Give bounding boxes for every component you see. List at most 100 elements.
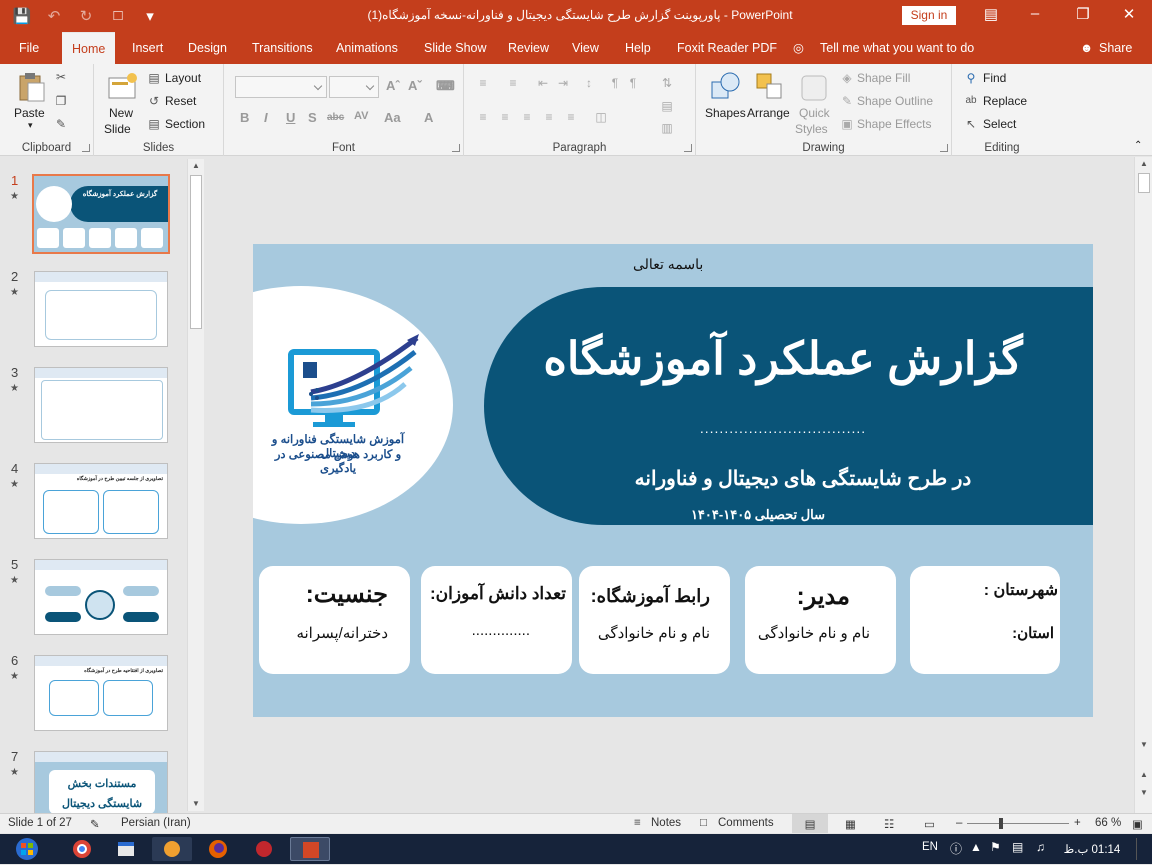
redo-icon[interactable]: ↻ xyxy=(76,7,96,25)
shapes-button[interactable]: Shapes xyxy=(705,106,746,120)
network-tray-icon[interactable]: ▤ xyxy=(1012,840,1023,854)
clear-formatting-icon[interactable]: ⌨ xyxy=(436,78,455,94)
volume-tray-icon[interactable]: ♫ xyxy=(1036,840,1045,854)
close-icon[interactable]: ✕ xyxy=(1114,5,1144,23)
shape-fill-button[interactable]: Shape Fill xyxy=(857,71,910,85)
customize-qat-icon[interactable]: ▾ xyxy=(140,7,160,25)
scroll-down-icon[interactable]: ▼ xyxy=(1138,740,1150,749)
bold-icon[interactable]: B xyxy=(240,110,249,125)
clipboard-launcher-icon[interactable] xyxy=(82,144,90,152)
scroll-up-icon[interactable]: ▲ xyxy=(190,161,202,170)
text-shadow-icon[interactable]: S xyxy=(308,110,317,125)
layout-icon[interactable]: ▤ xyxy=(147,71,161,85)
zoom-slider-thumb[interactable] xyxy=(999,818,1003,829)
copy-icon[interactable]: ❐ xyxy=(54,94,68,108)
firefox-icon[interactable] xyxy=(198,837,238,861)
app-icon[interactable] xyxy=(152,837,192,861)
comments-button[interactable]: Comments xyxy=(718,817,774,829)
replace-button[interactable]: Replace xyxy=(983,94,1027,108)
info-card-gender[interactable]: جنسیت: دخترانه/پسرانه xyxy=(259,566,410,674)
next-slide-icon[interactable]: ▼ xyxy=(1138,788,1150,797)
fit-to-window-icon[interactable]: ▣ xyxy=(1132,817,1143,831)
find-button[interactable]: Find xyxy=(983,71,1006,85)
columns-icon[interactable]: ◫ xyxy=(594,110,608,124)
tab-animations[interactable]: Animations xyxy=(336,32,398,64)
undo-icon[interactable]: ↶ xyxy=(44,7,64,25)
app-icon-2[interactable] xyxy=(244,837,284,861)
info-card-students[interactable]: تعداد دانش آموزان: .............. xyxy=(421,566,572,674)
font-launcher-icon[interactable] xyxy=(452,144,460,152)
section-button[interactable]: Section xyxy=(165,117,205,131)
shapes-icon[interactable] xyxy=(708,70,742,104)
reset-icon[interactable]: ↺ xyxy=(147,94,161,108)
zoom-level[interactable]: 66 % xyxy=(1095,817,1121,829)
scroll-down-icon[interactable]: ▼ xyxy=(190,799,202,808)
slide-scroll-thumb[interactable] xyxy=(1138,173,1150,193)
italic-icon[interactable]: I xyxy=(264,110,268,125)
info-card-coordinator[interactable]: رابط آموزشگاه: نام و نام خانوادگی xyxy=(579,566,730,674)
restore-icon[interactable]: ❐ xyxy=(1068,5,1098,23)
quick-styles-label-2[interactable]: Styles xyxy=(795,122,828,136)
bullets-icon[interactable]: ≡ xyxy=(476,76,490,90)
chrome-icon[interactable] xyxy=(62,837,102,861)
drawing-launcher-icon[interactable] xyxy=(940,144,948,152)
text-direction-icon[interactable]: ⇅ xyxy=(660,76,674,90)
language-indicator[interactable]: Persian (Iran) xyxy=(121,817,191,829)
thumbnail-scrollbar[interactable]: ▲ ▼ xyxy=(187,159,204,811)
select-button[interactable]: Select xyxy=(983,117,1016,131)
align-text-icon[interactable]: ▤ xyxy=(660,99,674,113)
previous-slide-icon[interactable]: ▲ xyxy=(1138,770,1150,779)
ltr-icon[interactable]: ¶ xyxy=(626,76,640,90)
shape-effects-icon[interactable]: ▣ xyxy=(840,117,854,131)
numbering-icon[interactable]: ≡ xyxy=(506,76,520,90)
spelling-icon[interactable]: ✎ xyxy=(90,817,100,831)
slide-show-icon[interactable]: ▭ xyxy=(924,817,935,831)
font-size-combo[interactable] xyxy=(329,76,379,98)
paste-dropdown-icon[interactable]: ▾ xyxy=(28,120,33,131)
arrange-button[interactable]: Arrange xyxy=(747,106,790,120)
input-language[interactable]: EN xyxy=(922,841,938,853)
slide-thumbnail-4[interactable]: تصاویری از جلسه تبیین طرح در آموزشگاه xyxy=(34,463,168,539)
info-card-city[interactable]: شهرستان : استان: xyxy=(910,566,1060,674)
slide-thumbnail-6[interactable]: تصاویری از افتتاحیه طرح در آموزشگاه xyxy=(34,655,168,731)
tab-transitions[interactable]: Transitions xyxy=(252,32,313,64)
show-desktop-button[interactable] xyxy=(1136,838,1148,860)
notes-button[interactable]: Notes xyxy=(651,817,681,829)
increase-font-size-icon[interactable]: Aˆ xyxy=(386,78,400,93)
align-right-icon[interactable]: ≡ xyxy=(520,110,534,124)
section-icon[interactable]: ▤ xyxy=(147,117,161,131)
shape-effects-button[interactable]: Shape Effects xyxy=(857,117,932,131)
tray-expand-icon[interactable]: ▲ xyxy=(970,840,982,854)
slide-thumbnail-2[interactable] xyxy=(34,271,168,347)
scroll-up-icon[interactable]: ▲ xyxy=(1138,159,1150,168)
rtl-icon[interactable]: ¶ xyxy=(608,76,622,90)
clock[interactable]: 01:14 ب.ظ xyxy=(1060,842,1124,856)
slide-thumbnail-3[interactable] xyxy=(34,367,168,443)
font-color-icon[interactable]: A xyxy=(424,110,433,125)
normal-view-icon[interactable]: ▤ xyxy=(792,814,828,833)
layout-button[interactable]: Layout xyxy=(165,71,201,85)
zoom-out-icon[interactable]: – xyxy=(956,817,962,829)
character-spacing-icon[interactable]: AV xyxy=(354,110,368,122)
font-family-combo[interactable] xyxy=(235,76,327,98)
shape-fill-icon[interactable]: ◈ xyxy=(840,71,854,85)
info-card-principal[interactable]: مدیر: نام و نام خانوادگی xyxy=(745,566,896,674)
distributed-icon[interactable]: ≡ xyxy=(564,110,578,124)
decrease-indent-icon[interactable]: ⇤ xyxy=(536,76,550,90)
new-slide-label-2[interactable]: Slide xyxy=(104,122,131,136)
change-case-icon[interactable]: Aa xyxy=(384,110,401,125)
flag-tray-icon[interactable]: ⚑ xyxy=(990,840,1001,854)
tab-insert[interactable]: Insert xyxy=(132,32,163,64)
slide-thumbnail-7[interactable]: مستندات بخش شایستگی دیجیتال xyxy=(34,751,168,813)
thumbnail-scroll-thumb[interactable] xyxy=(190,175,202,329)
new-slide-label-1[interactable]: New xyxy=(109,106,133,120)
cut-icon[interactable]: ✂ xyxy=(54,70,68,84)
tab-file[interactable]: File xyxy=(19,32,39,64)
slide-thumbnail-1[interactable]: گزارش عملکرد آموزشگاه xyxy=(32,174,170,254)
tell-me-search[interactable]: Tell me what you want to do xyxy=(820,32,974,64)
paragraph-launcher-icon[interactable] xyxy=(684,144,692,152)
replace-icon[interactable]: ab xyxy=(964,94,978,108)
format-painter-icon[interactable]: ✎ xyxy=(54,117,68,131)
tab-review[interactable]: Review xyxy=(508,32,549,64)
slide-scrollbar[interactable]: ▲ ▼ ▲ ▼ xyxy=(1134,157,1152,813)
